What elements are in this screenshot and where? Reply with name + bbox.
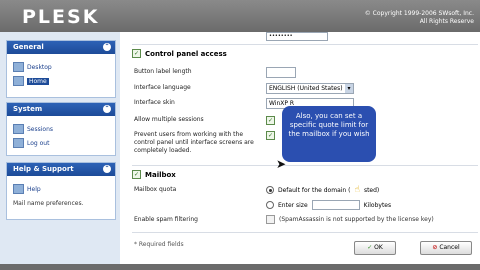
help-context-text: Mail name preferences. [13,200,84,207]
quota-custom-option[interactable]: Enter size Kilobytes [266,200,391,210]
interface-language-label: Interface language [134,84,191,91]
check-icon: ✓ [367,244,373,251]
plesk-logo: PLESK [22,6,100,28]
required-fields-note: * Required fields [134,241,184,248]
quota-default-option[interactable]: Default for the domain (☝ sted) [266,185,379,195]
sidebar-item-logout[interactable]: Log out [7,136,115,150]
system-panel: System ⌃ Sessions Log out [6,102,116,156]
prevent-users-label: Prevent users from working with the cont… [134,131,254,154]
interface-language-select[interactable]: ENGLISH (United States) ▾ [266,83,354,94]
panel-title-system: System ⌃ [7,103,115,116]
collapse-icon[interactable]: ⌃ [103,43,111,51]
checkbox-prevent-users[interactable]: ✓ [266,131,275,140]
section-mailbox: ✓ Mailbox [132,170,176,179]
mouse-pointer-icon: ➤ [276,157,287,171]
collapse-icon[interactable]: ⌃ [103,165,111,173]
section-cp-access: ✓ Control panel access [132,49,227,58]
cursor-icon: ☝ [354,185,360,195]
panel-title-help: Help & Support ⌃ [7,163,115,176]
help-panel: Help & Support ⌃ Help Mail name preferenc… [6,162,116,220]
sessions-icon [13,124,24,134]
panel-title-general: General ⌃ [7,41,115,54]
home-icon [13,76,24,86]
sidebar: General ⌃ Desktop Home System ⌃ Sessions L… [0,32,120,270]
chevron-down-icon: ▾ [345,84,353,93]
general-panel: General ⌃ Desktop Home [6,40,116,98]
checkbox-mailbox[interactable]: ✓ [132,170,141,179]
checkbox-cp-access[interactable]: ✓ [132,49,141,58]
cancel-icon: ⊘ [432,244,438,251]
footer-bar [0,264,480,270]
divider [132,44,478,45]
sidebar-item-sessions[interactable]: Sessions [7,122,115,136]
checkbox-spam-filtering[interactable] [266,215,275,224]
interface-skin-label: Interface skin [134,99,175,106]
button-label-length-input[interactable] [266,67,296,78]
desktop-icon [13,62,24,72]
cancel-button[interactable]: ⊘ Cancel [420,241,472,255]
radio-default-quota[interactable] [266,186,274,194]
divider [132,165,478,166]
quota-size-input[interactable] [311,200,360,210]
button-label-length-label: Button label length [134,68,192,75]
app-header: PLESK © Copyright 1999-2006 SWsoft, Inc.… [0,0,480,32]
spam-filtering-option: (SpamAssassin is not supported by the li… [266,215,434,224]
help-icon [13,184,24,194]
sidebar-item-desktop[interactable]: Desktop [7,60,115,74]
sidebar-item-help[interactable]: Help [7,182,115,196]
spam-filtering-label: Enable spam filtering [134,216,198,223]
sidebar-item-home[interactable]: Home [7,74,115,88]
checkbox-allow-multiple-sessions[interactable]: ✓ [266,116,275,125]
password-field[interactable]: •••••••• [266,32,328,41]
radio-enter-size[interactable] [266,201,274,209]
allow-multiple-sessions-label: Allow multiple sessions [134,116,204,123]
logout-icon [13,138,24,148]
tooltip-callout: Also, you can set a specific quote limit… [282,106,376,162]
mailbox-quota-label: Mailbox quota [134,186,177,193]
copyright-text: © Copyright 1999-2006 SWsoft, Inc. All R… [364,10,474,25]
divider [132,232,478,233]
collapse-icon[interactable]: ⌃ [103,105,111,113]
ok-button[interactable]: ✓ OK [354,241,396,255]
